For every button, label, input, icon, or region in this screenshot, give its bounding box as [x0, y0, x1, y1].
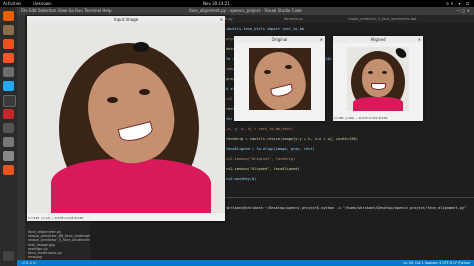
firefox-icon[interactable] [3, 11, 14, 21]
file-item[interactable]: new.jpg [28, 255, 42, 259]
system-top-bar: Activities Unknown Nov 30 14:21 en ▾ ⏻ [0, 0, 474, 7]
code-line: cv2.imshow("Original", faceOrig) [226, 157, 296, 161]
aligned-face-image [347, 47, 409, 111]
code-line: (x, y, w, h) = rect_to_bb(rect) [226, 127, 294, 131]
brave-icon[interactable] [3, 53, 14, 63]
settings-icon[interactable] [3, 151, 14, 161]
status-bar: ⎇ 0 ⚠ 0 Ln 43, Col 1 Spaces: 4 UTF-8 LF … [17, 260, 474, 266]
menu-bar[interactable]: File Edit Selection View Go Run Terminal… [21, 7, 112, 15]
input-image [27, 23, 225, 213]
close-icon[interactable]: ✕ [320, 36, 323, 43]
pixel-info-aligned: (x=88, y=60) ~ R:235 G:232 B:236 [334, 116, 388, 120]
original-window[interactable]: Original ✕ [234, 36, 325, 121]
input-image-title[interactable]: Input Image [27, 16, 225, 23]
original-face-image [249, 48, 311, 110]
status-left[interactable]: ⎇ 0 ⚠ 0 [21, 260, 36, 266]
terminal-line: shrikant@shrikant:~/Desktop/opencv_proje… [226, 206, 467, 210]
original-title[interactable]: Original [234, 36, 325, 43]
tab-5[interactable]: … [412, 16, 416, 23]
tab-3[interactable]: forward.py [284, 16, 303, 23]
dock [0, 7, 18, 266]
recorder-icon[interactable] [3, 109, 14, 119]
code-line: faceOrig = imutils.resize(image[y:y + h,… [226, 137, 358, 141]
status-right[interactable]: Ln 43, Col 1 Spaces: 4 UTF-8 LF Python [404, 260, 470, 266]
window-title: face_alignment.py - opencv_project - Vis… [189, 8, 302, 13]
aligned-window[interactable]: Aligned ✕ (x=88, y=60) ~ R:235 G:232 B:2… [333, 36, 423, 121]
input-image-window[interactable]: Input Image ✕ (x=438, y=12) ~ R:235 G:23… [27, 16, 225, 221]
code-line: cv2.waitKey(0) [226, 177, 257, 181]
activities-button[interactable]: Activities [3, 0, 21, 7]
window-controls[interactable]: — ▢ ✕ [456, 7, 470, 15]
vscode-titlebar: File Edit Selection View Go Run Terminal… [17, 7, 474, 15]
files-icon[interactable] [3, 25, 14, 35]
camera-icon[interactable] [3, 123, 14, 133]
code-line: cv2.imshow("Aligned", faceAligned) [226, 167, 300, 171]
code-line: imutils.face_utils import rect_to_bb [226, 27, 304, 31]
activity-bar [17, 15, 25, 260]
updater-icon[interactable] [3, 165, 14, 175]
vscode-icon[interactable] [3, 81, 14, 91]
close-icon[interactable]: ✕ [418, 36, 421, 43]
aligned-title[interactable]: Aligned [333, 36, 423, 43]
clock[interactable]: Nov 30 14:21 [203, 0, 230, 7]
image-viewer-icon[interactable] [3, 137, 14, 147]
pixel-info-input: (x=438, y=12) ~ R:235 G:234 B:239 [28, 216, 84, 220]
app-store-icon[interactable] [3, 39, 14, 49]
app-menu[interactable]: Unknown [33, 0, 52, 7]
close-icon[interactable]: ✕ [220, 16, 223, 23]
terminal-icon[interactable] [3, 95, 16, 107]
tab-4[interactable]: shape_predictor_5_face_landmarks.dat [348, 16, 416, 23]
folder-icon[interactable] [3, 67, 14, 77]
code-line: faceAligned = fa.align(image, gray, rect… [226, 147, 315, 151]
system-tray[interactable]: en ▾ ⏻ [446, 0, 471, 7]
show-apps-icon[interactable] [3, 251, 14, 261]
